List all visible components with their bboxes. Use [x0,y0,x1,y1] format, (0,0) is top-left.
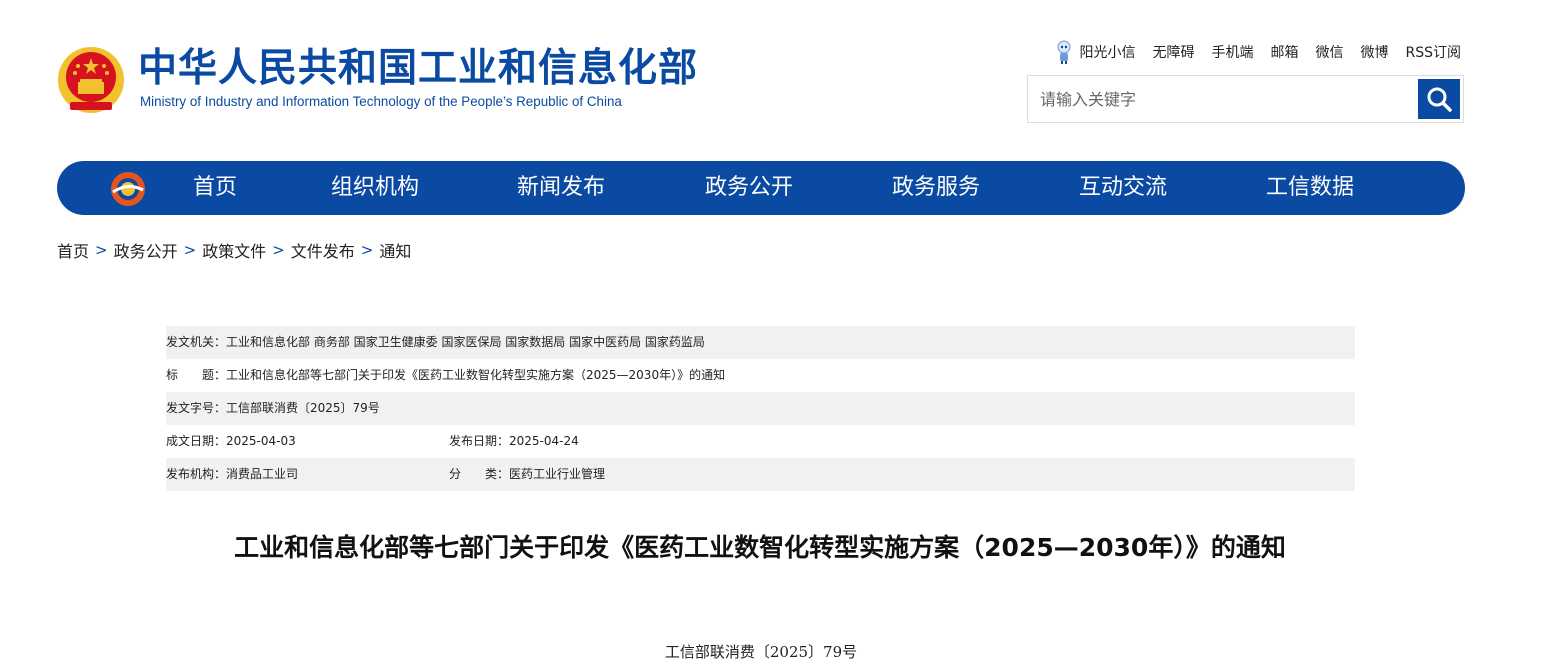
search-box [1027,75,1464,123]
breadcrumb-separator: > [272,241,285,259]
site-title[interactable]: 中华人民共和国工业和信息化部 [138,44,698,94]
meta-org-row: 发布机构：消费品工业司 分 类：医药工业行业管理 [166,458,1355,491]
article-doc-number: 工信部联消费〔2025〕79号 [664,643,858,661]
breadcrumb-file-release[interactable]: 文件发布 [291,238,355,262]
breadcrumb-separator: > [183,241,197,259]
toplink-mobile[interactable]: 手机端 [1211,42,1253,62]
meta-published-date: 发布日期：2025-04-24 [449,434,579,448]
site-subtitle[interactable]: Ministry of Industry and Information Tec… [140,94,622,109]
breadcrumb-separator: > [360,241,374,259]
national-emblem-icon [56,44,126,116]
toplink-accessibility[interactable]: 无障碍 [1152,42,1194,62]
breadcrumb-government-affairs[interactable]: 政务公开 [114,238,178,262]
toplink-sunshine[interactable]: 阳光小信 [1079,42,1135,62]
main-nav: 首页 组织机构 新闻发布 政务公开 政务服务 互动交流 工信数据 [57,161,1465,215]
top-links: 阳光小信 无障碍 手机端 邮箱 微信 微博 RSS订阅 [1055,40,1461,64]
search-button[interactable] [1418,79,1460,119]
breadcrumb-notice[interactable]: 通知 [379,238,411,262]
search-input[interactable] [1028,76,1418,122]
article-title: 工业和信息化部等七部门关于印发《医药工业数智化转型实施方案（2025—2030年… [234,533,1286,562]
nav-news[interactable]: 新闻发布 [517,161,605,215]
document-meta: 发文机关：工业和信息化部 商务部 国家卫生健康委 国家医保局 国家数据局 国家中… [166,326,1355,491]
nav-organization[interactable]: 组织机构 [331,161,419,215]
toplink-weibo[interactable]: 微博 [1360,42,1388,62]
meta-subject: 标 题：工业和信息化部等七部门关于印发《医药工业数智化转型实施方案（2025—2… [166,368,726,382]
meta-publishing-org: 发布机构：消费品工业司 [166,467,299,481]
robot-icon [1057,40,1071,64]
ministry-logo-icon [111,172,145,206]
nav-government-services[interactable]: 政务服务 [892,161,980,215]
search-icon [1427,87,1452,112]
breadcrumb-policy-files[interactable]: 政策文件 [202,238,266,262]
meta-dates-row: 成文日期：2025-04-03 发布日期：2025-04-24 [166,425,1355,458]
meta-doc-number: 发文字号：工信部联消费〔2025〕79号 [166,392,1355,425]
toplink-rss[interactable]: RSS订阅 [1405,42,1461,62]
nav-government-affairs[interactable]: 政务公开 [705,161,793,215]
meta-category: 分 类：医药工业行业管理 [449,467,606,481]
nav-data[interactable]: 工信数据 [1266,161,1354,215]
meta-issuer: 发文机关：工业和信息化部 商务部 国家卫生健康委 国家医保局 国家数据局 国家中… [166,326,1355,359]
meta-created-date: 成文日期：2025-04-03 [166,434,296,448]
toplink-wechat[interactable]: 微信 [1315,42,1343,62]
breadcrumb-separator: > [95,241,108,259]
breadcrumb: 首页 > 政务公开 > 政策文件 > 文件发布 > 通知 [57,238,411,262]
breadcrumb-home[interactable]: 首页 [57,238,89,262]
nav-home[interactable]: 首页 [193,161,237,215]
nav-interaction[interactable]: 互动交流 [1079,161,1167,215]
toplink-mail[interactable]: 邮箱 [1270,42,1298,62]
